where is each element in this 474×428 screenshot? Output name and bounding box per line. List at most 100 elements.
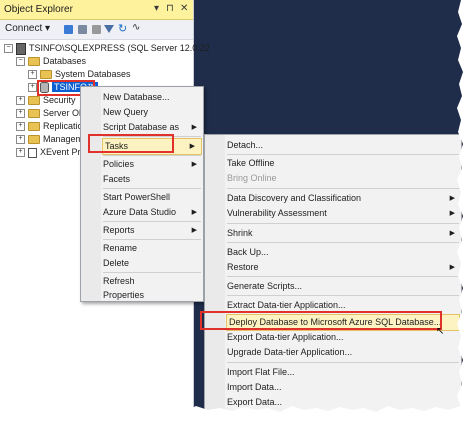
menu-separator	[103, 155, 201, 156]
menu-separator	[227, 188, 459, 189]
system-databases-label: System Databases	[55, 69, 131, 79]
collapse-icon[interactable]: −	[16, 57, 25, 67]
highlight-box-deploy	[200, 311, 442, 330]
menu-item-import-flat-file[interactable]: Import Flat File...	[225, 365, 461, 380]
filter-icon[interactable]	[104, 25, 114, 33]
menu-item-data-discovery[interactable]: Data Discovery and Classification ▶	[225, 191, 461, 206]
menu-separator	[103, 272, 201, 273]
databases-label: Databases	[43, 56, 87, 66]
menu-item-rename[interactable]: Rename	[101, 241, 203, 256]
refresh-icon[interactable]: ↻	[118, 22, 127, 35]
tree-server-objects[interactable]: + Server Ob	[16, 107, 84, 120]
tree-security[interactable]: + Security	[16, 94, 76, 107]
tree-databases[interactable]: − Databases	[16, 55, 86, 68]
context-menu-icon-strip	[81, 87, 101, 301]
menu-separator	[103, 221, 201, 222]
security-label: Security	[43, 95, 76, 105]
object-explorer-toolbar: Connect ▾ ↻ ∿	[0, 20, 193, 40]
expand-icon[interactable]: +	[16, 135, 25, 145]
activity-icon[interactable]: ∿	[132, 22, 140, 33]
data-discovery-label: Data Discovery and Classification	[227, 193, 362, 203]
submenu-arrow-icon: ▶	[191, 227, 197, 234]
menu-item-script-database-as[interactable]: Script Database as ▶	[101, 120, 203, 135]
server-objects-label: Server Ob	[43, 108, 85, 118]
stop-icon[interactable]	[92, 25, 101, 34]
pin-icon[interactable]: ⊓	[166, 3, 174, 14]
menu-separator	[227, 223, 459, 224]
menu-item-take-offline[interactable]: Take Offline	[225, 156, 461, 171]
expand-icon[interactable]: +	[28, 70, 37, 80]
server-icon	[16, 42, 26, 55]
reports-label: Reports	[103, 225, 135, 235]
torn-edge-right	[457, 0, 474, 428]
object-explorer-title: Object Explorer	[4, 4, 73, 15]
torn-edge-bottom	[0, 406, 474, 428]
connect-icon[interactable]	[64, 25, 73, 34]
menu-separator	[103, 188, 201, 189]
management-label: Managem	[43, 134, 84, 144]
tasks-submenu: Detach... Take Offline Bring Online Data…	[204, 134, 462, 418]
menu-item-policies[interactable]: Policies ▶	[101, 157, 203, 172]
context-menu: New Database... New Query Script Databas…	[80, 86, 204, 302]
menu-separator	[103, 239, 201, 240]
folder-icon	[28, 57, 40, 67]
menu-item-bring-online[interactable]: Bring Online	[225, 171, 461, 186]
mouse-cursor-icon: ↖	[436, 326, 445, 337]
expand-icon[interactable]: +	[16, 122, 25, 132]
menu-separator	[227, 154, 459, 155]
server-label: TSINFO\SQLEXPRESS (SQL Server 12.0.22	[29, 43, 210, 53]
menu-item-refresh[interactable]: Refresh	[101, 274, 203, 289]
expand-icon[interactable]: +	[16, 109, 25, 119]
menu-item-new-database[interactable]: New Database...	[101, 90, 203, 105]
submenu-arrow-icon: ▶	[191, 161, 197, 168]
xevent-label: XEvent Pro	[40, 147, 86, 157]
menu-item-upgrade-data-tier[interactable]: Upgrade Data-tier Application...	[225, 345, 461, 360]
disconnect-icon[interactable]	[78, 25, 87, 34]
shrink-label: Shrink	[227, 228, 253, 238]
menu-item-properties[interactable]: Properties	[101, 288, 203, 303]
menu-item-reports[interactable]: Reports ▶	[101, 223, 203, 238]
menu-item-restore[interactable]: Restore ▶	[225, 260, 461, 275]
restore-label: Restore	[227, 262, 259, 272]
menu-item-detach[interactable]: Detach...	[225, 138, 461, 153]
policies-label: Policies	[103, 159, 135, 169]
menu-item-start-powershell[interactable]: Start PowerShell	[101, 190, 203, 205]
highlight-box-tasks	[88, 134, 174, 153]
menu-item-azure-data-studio[interactable]: Azure Data Studio ▶	[101, 205, 203, 220]
submenu-arrow-icon: ▶	[191, 209, 197, 216]
expand-icon[interactable]: +	[16, 96, 25, 106]
xevent-icon	[28, 147, 37, 158]
script-database-label: Script Database as	[103, 122, 180, 132]
menu-separator	[227, 242, 459, 243]
object-explorer-titlebar: Object Explorer ▾ ⊓ ✕	[0, 0, 193, 20]
menu-item-shrink[interactable]: Shrink ▶	[225, 226, 461, 241]
menu-item-facets[interactable]: Facets	[101, 172, 203, 187]
menu-separator	[227, 362, 459, 363]
menu-item-import-data[interactable]: Import Data...	[225, 380, 461, 395]
folder-icon	[40, 70, 52, 80]
screenshot-frame: Object Explorer ▾ ⊓ ✕ Connect ▾ ↻ ∿ − TSI…	[0, 0, 474, 428]
menu-item-export-data-tier[interactable]: Export Data-tier Application...	[225, 330, 461, 345]
menu-item-generate-scripts[interactable]: Generate Scripts...	[225, 279, 461, 294]
tree-xevent[interactable]: + XEvent Pro	[16, 146, 86, 159]
folder-icon	[28, 122, 40, 132]
menu-separator	[227, 276, 459, 277]
tree-replication[interactable]: + Replicatio	[16, 120, 83, 133]
menu-item-new-query[interactable]: New Query	[101, 105, 203, 120]
connect-button[interactable]: Connect ▾	[5, 23, 50, 34]
folder-icon	[28, 109, 40, 119]
vulnerability-assessment-label: Vulnerability Assessment	[227, 208, 327, 218]
window-position-icon[interactable]: ▾	[154, 3, 159, 14]
replication-label: Replicatio	[43, 121, 83, 131]
close-icon[interactable]: ✕	[180, 3, 188, 14]
tree-management[interactable]: + Managem	[16, 133, 83, 146]
menu-item-delete[interactable]: Delete	[101, 256, 203, 271]
azure-data-studio-label: Azure Data Studio	[103, 207, 177, 217]
expand-icon[interactable]: +	[28, 83, 37, 93]
tree-server[interactable]: − TSINFO\SQLEXPRESS (SQL Server 12.0.22	[4, 42, 210, 55]
menu-item-back-up[interactable]: Back Up...	[225, 245, 461, 260]
menu-item-vulnerability-assessment[interactable]: Vulnerability Assessment ▶	[225, 206, 461, 221]
submenu-arrow-icon: ▶	[191, 124, 197, 131]
expand-icon[interactable]: +	[16, 148, 25, 158]
collapse-icon[interactable]: −	[4, 44, 13, 54]
